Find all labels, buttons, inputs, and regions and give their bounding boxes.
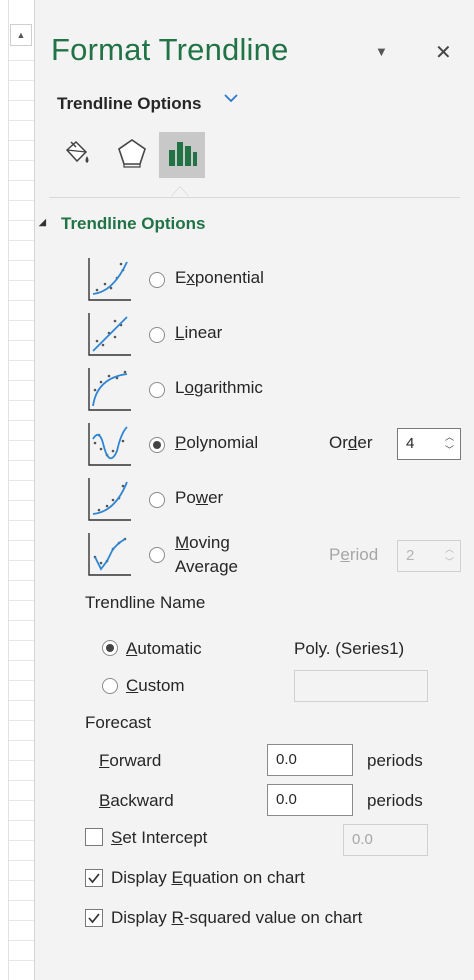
radio-logarithmic[interactable]	[149, 382, 165, 398]
custom-name-input[interactable]	[294, 670, 428, 702]
close-icon[interactable]: ✕	[435, 40, 452, 65]
forward-input[interactable]: 0.0	[267, 744, 353, 776]
label-polynomial: Polynomial	[175, 433, 259, 452]
format-trendline-pane: Format Trendline ▼ ✕ Trendline Options ◢…	[35, 0, 474, 980]
backward-input[interactable]: 0.0	[267, 784, 353, 816]
section-header-trendline-options[interactable]: ◢ Trendline Options	[39, 214, 206, 234]
radio-linear[interactable]	[149, 327, 165, 343]
effects-pentagon-icon	[115, 136, 149, 175]
collapse-triangle-icon: ◢	[39, 217, 46, 227]
radio-automatic[interactable]	[102, 640, 118, 656]
display-equation-checkbox[interactable]	[85, 869, 103, 887]
linear-trend-icon	[85, 311, 133, 359]
radio-power[interactable]	[149, 492, 165, 508]
tab-trendline-options[interactable]	[159, 132, 205, 178]
chevron-down-icon[interactable]	[223, 90, 239, 111]
label-linear: Linear	[175, 323, 223, 342]
tab-pointer	[171, 186, 189, 196]
period-spinner[interactable]: 2 ︿ ﹀	[397, 540, 461, 572]
tab-effects[interactable]	[109, 132, 155, 178]
moving-tail: oving	[189, 533, 230, 552]
display-rsquared-checkbox[interactable]	[85, 909, 103, 927]
trendline-options-bar-icon	[165, 136, 199, 175]
order-label: Order	[329, 433, 373, 452]
display-equation-label: Display Equation on chart	[111, 868, 305, 887]
spinner-arrows-icon[interactable]: ︿ ﹀	[445, 543, 454, 569]
pane-title: Format Trendline	[51, 32, 289, 67]
radio-moving-average[interactable]	[149, 547, 165, 563]
trendline-name-heading: Trendline Name	[85, 593, 206, 612]
polynomial-trend-icon	[85, 421, 133, 469]
trend-type-exponential[interactable]: Exponential	[85, 256, 474, 304]
options-menu-label[interactable]: Trendline Options	[57, 94, 202, 114]
backward-label: Backward	[99, 791, 174, 810]
label-power: Power	[175, 488, 224, 507]
display-rsquared-label: Display R-squared value on chart	[111, 908, 363, 927]
exponential-trend-icon	[85, 256, 133, 304]
radio-exponential[interactable]	[149, 272, 165, 288]
period-label: Period	[329, 545, 379, 564]
tab-fill-line[interactable]	[53, 132, 99, 178]
forward-label: Forward	[99, 751, 162, 770]
fill-line-icon	[59, 136, 93, 175]
trend-type-moving-average[interactable]: Moving Average Period 2 ︿ ﹀	[85, 531, 474, 579]
divider	[49, 197, 460, 198]
label-custom: Custom	[126, 676, 185, 695]
radio-custom[interactable]	[102, 678, 118, 694]
trend-type-logarithmic[interactable]: Logarithmic	[85, 366, 474, 414]
triangle-up-icon: ▲	[16, 30, 26, 40]
label-exponential: Exponential	[175, 268, 264, 287]
intercept-input[interactable]: 0.0	[343, 824, 428, 856]
backward-unit: periods	[367, 791, 423, 810]
forecast-heading: Forecast	[85, 713, 152, 732]
logarithmic-trend-icon	[85, 366, 133, 414]
checkmark-icon	[88, 873, 100, 884]
checkmark-icon	[88, 913, 100, 924]
label-logarithmic: Logarithmic	[175, 378, 263, 397]
period-value: 2	[406, 547, 415, 564]
moving-average-trend-icon	[85, 531, 133, 579]
trend-type-power[interactable]: Power	[85, 476, 474, 524]
trend-type-polynomial[interactable]: Polynomial Order 4 ︿ ﹀	[85, 421, 474, 469]
order-spinner[interactable]: 4 ︿ ﹀	[397, 428, 461, 460]
order-value: 4	[406, 435, 415, 452]
power-trend-icon	[85, 476, 133, 524]
forward-unit: periods	[367, 751, 423, 770]
spinner-arrows-icon[interactable]: ︿ ﹀	[445, 431, 454, 457]
automatic-name-value: Poly. (Series1)	[294, 639, 405, 658]
set-intercept-label: Set Intercept	[111, 828, 208, 847]
worksheet-edge: ▲	[0, 0, 35, 980]
label-moving-average: Moving Average	[175, 533, 239, 576]
scroll-up-button[interactable]: ▲	[10, 24, 32, 46]
set-intercept-checkbox[interactable]	[85, 828, 103, 846]
trend-type-linear[interactable]: Linear	[85, 311, 474, 359]
radio-polynomial[interactable]	[149, 437, 165, 453]
label-automatic: Automatic	[126, 639, 202, 658]
pane-options-chevron-icon[interactable]: ▼	[375, 44, 388, 59]
